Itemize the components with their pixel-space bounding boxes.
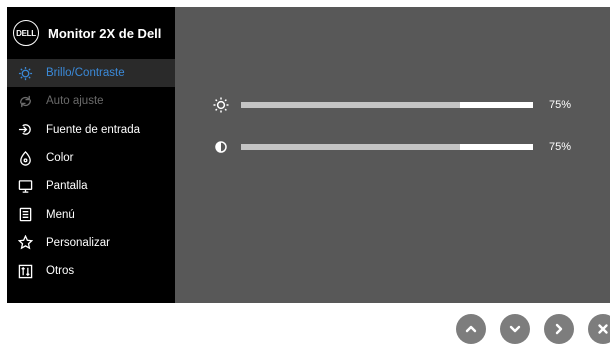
input-source-icon [17,122,33,138]
osd-sidebar: DELL Monitor 2X de Dell Brillo/Contraste… [7,7,175,303]
contrast-icon [211,137,231,157]
osd-header: DELL Monitor 2X de Dell [7,7,175,59]
menu-item-label: Color [46,152,74,165]
menu-item-label: Otros [46,265,75,278]
osd-menu: Brillo/Contraste Auto ajuste Fuente de e… [7,59,175,285]
down-button[interactable] [500,314,530,344]
close-icon [598,324,608,334]
menu-item-label: Menú [46,208,75,221]
osd-window: DELL Monitor 2X de Dell Brillo/Contraste… [7,7,610,303]
menu-item-label: Brillo/Contraste [46,67,125,80]
star-icon [17,235,33,251]
settings-panel: 75% 75% [175,7,610,303]
menu-item-personalize[interactable]: Personalizar [7,229,175,257]
chevron-up-icon [465,325,477,333]
right-button[interactable] [544,314,574,344]
menu-item-label: Personalizar [46,236,110,249]
chevron-right-icon [555,323,563,335]
display-icon [17,178,33,194]
dell-logo: DELL [13,20,39,46]
menu-item-label: Auto ajuste [46,95,104,108]
menu-item-menu[interactable]: Menú [7,200,175,228]
sun-icon [211,95,231,115]
menu-item-label: Pantalla [46,180,88,193]
menu-item-label: Fuente de entrada [46,123,140,136]
contrast-value: 75% [549,141,572,153]
up-button[interactable] [456,314,486,344]
menu-item-color[interactable]: Color [7,144,175,172]
menu-item-others[interactable]: Otros [7,257,175,285]
brightness-icon [17,65,33,81]
exit-button[interactable] [588,314,610,344]
contrast-row: 75% [175,137,610,157]
menu-item-input-source[interactable]: Fuente de entrada [7,116,175,144]
color-icon [17,150,33,166]
brightness-slider[interactable] [241,102,533,108]
osd-title: Monitor 2X de Dell [48,25,162,41]
auto-adjust-icon [17,93,33,109]
menu-item-auto-adjust[interactable]: Auto ajuste [7,87,175,115]
brightness-slider-fill [241,102,460,108]
chevron-down-icon [509,325,521,333]
menu-icon [17,207,33,223]
others-icon [17,263,33,279]
brightness-value: 75% [549,99,572,111]
contrast-slider[interactable] [241,144,533,150]
osd-nav-buttons [456,314,610,344]
menu-item-display[interactable]: Pantalla [7,172,175,200]
brightness-row: 75% [175,95,610,115]
contrast-slider-fill [241,144,460,150]
menu-item-brightness-contrast[interactable]: Brillo/Contraste [7,59,175,88]
